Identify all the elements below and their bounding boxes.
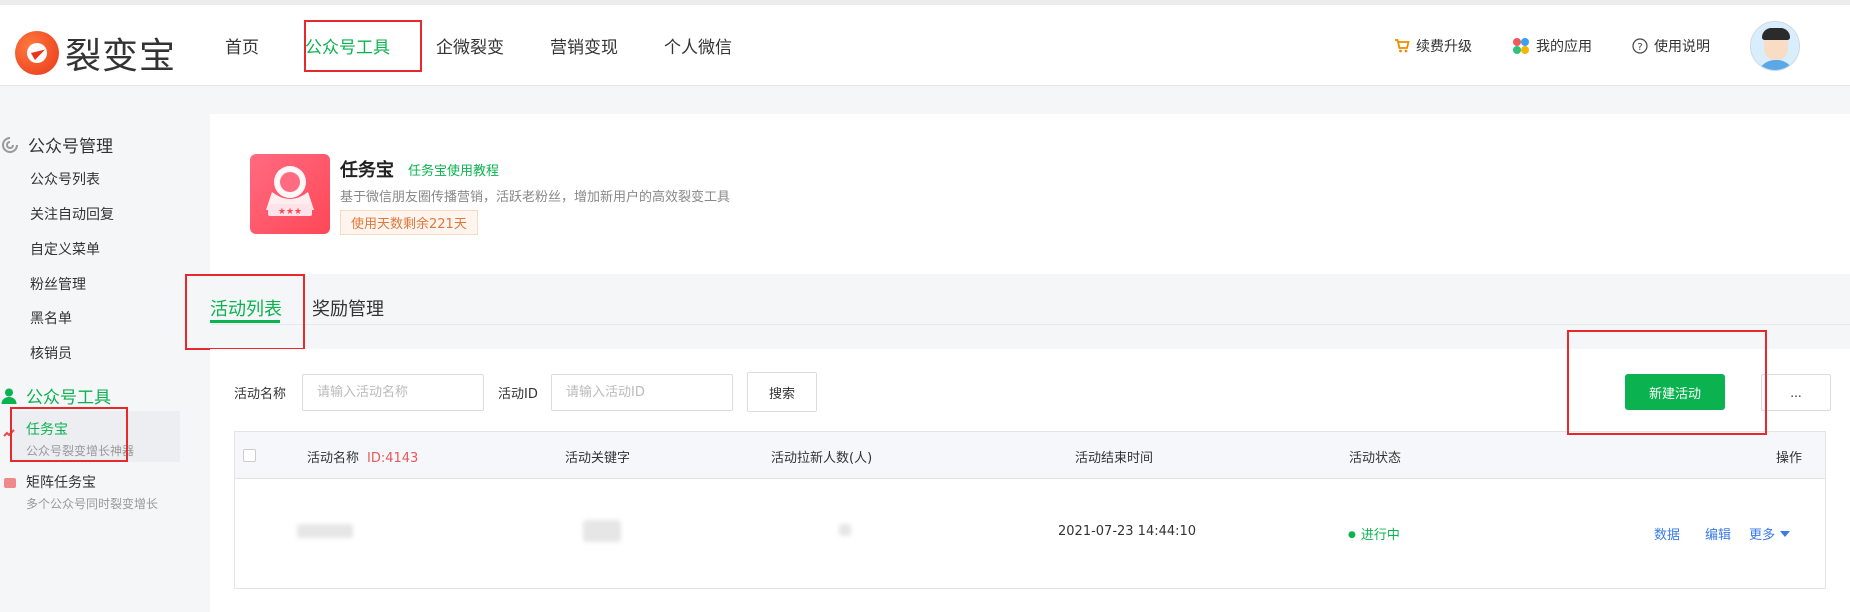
highlight-box-nav: [304, 20, 422, 72]
header-actions: 续费升级 我的应用 ? 使用说明: [1394, 5, 1800, 86]
sidebar-item-blacklist[interactable]: 黑名单: [30, 308, 72, 328]
col-activity-name: 活动名称 ID:4143: [307, 451, 419, 466]
col-end-time: 活动结束时间: [1075, 451, 1154, 466]
sidebar: 公众号管理 公众号列表 关注自动回复 自定义菜单 粉丝管理 黑名单 核销员 公众…: [0, 87, 180, 612]
apps-icon: [1513, 37, 1529, 54]
cart-icon: [1395, 38, 1410, 52]
more-dropdown[interactable]: 更多: [1749, 524, 1791, 543]
sidebar-group-tools[interactable]: 公众号工具: [0, 383, 111, 408]
brand-logo[interactable]: 裂变宝: [15, 27, 176, 79]
nav-item-personal-wechat[interactable]: 个人微信: [664, 33, 732, 58]
user-icon: [1, 388, 17, 404]
sidebar-item-auto-reply[interactable]: 关注自动回复: [30, 204, 114, 224]
nav-item-home[interactable]: 首页: [225, 33, 259, 58]
swirl-icon: [2, 136, 18, 153]
sidebar-group-label: 公众号工具: [26, 388, 111, 408]
app-title: 任务宝: [340, 160, 394, 181]
col-keyword: 活动关键字: [565, 451, 631, 466]
highlight-box-sidebar: [10, 407, 128, 462]
activity-id-tag: ID:4143: [367, 451, 419, 466]
logo-icon: [15, 31, 59, 75]
app-info-card: ★★★ 任务宝 任务宝使用教程 基于微信朋友圈传播营销，活跃老粉丝，增加新用户的…: [210, 114, 1850, 274]
my-apps-link[interactable]: 我的应用: [1512, 36, 1592, 56]
edit-link[interactable]: 编辑: [1705, 524, 1731, 543]
help-link[interactable]: ? 使用说明: [1632, 36, 1710, 56]
activity-id-input[interactable]: [551, 374, 733, 411]
app-description: 基于微信朋友圈传播营销，活跃老粉丝，增加新用户的高效裂变工具: [340, 190, 731, 205]
tool-title: 矩阵任务宝: [26, 475, 96, 491]
activity-table: 活动名称 ID:4143 活动关键字 活动拉新人数(人) 活动结束时间 活动状态 …: [234, 431, 1826, 589]
activity-name-input[interactable]: [302, 374, 484, 411]
nav-item-marketing[interactable]: 营销变现: [550, 33, 618, 58]
renew-upgrade-label: 续费升级: [1416, 38, 1472, 55]
help-label: 使用说明: [1654, 38, 1710, 55]
renew-upgrade-link[interactable]: 续费升级: [1394, 36, 1472, 56]
sidebar-tool-matrix-task[interactable]: 矩阵任务宝 多个公众号同时裂变增长: [10, 470, 180, 515]
col-status: 活动状态: [1349, 451, 1402, 466]
sidebar-item-verifiers[interactable]: 核销员: [30, 343, 72, 363]
activity-name-label: 活动名称: [234, 387, 287, 402]
activity-id-label: 活动ID: [498, 387, 538, 402]
redacted-keyword: [583, 520, 621, 542]
more-options-button[interactable]: ...: [1761, 374, 1831, 411]
sidebar-group-account-management[interactable]: 公众号管理: [0, 132, 113, 157]
tutorial-link[interactable]: 任务宝使用教程: [408, 160, 499, 179]
help-icon: ?: [1632, 37, 1648, 54]
sidebar-group-label: 公众号管理: [28, 137, 113, 157]
data-link[interactable]: 数据: [1654, 524, 1680, 543]
tab-reward-management[interactable]: 奖励管理: [312, 295, 384, 321]
tabs-bar: 活动列表 奖励管理: [210, 275, 1850, 325]
tool-subtitle: 多个公众号同时裂变增长: [26, 497, 159, 511]
highlight-box-tab: [185, 274, 305, 350]
col-actions: 操作: [1776, 451, 1803, 466]
svg-text:★★★: ★★★: [278, 207, 302, 217]
matrix-icon: [4, 478, 16, 488]
col-new-users: 活动拉新人数(人): [771, 451, 873, 466]
search-button[interactable]: 搜索: [747, 372, 817, 412]
end-time-cell: 2021-07-23 14:44:10: [1058, 524, 1197, 539]
days-left-badge: 使用天数剩余221天: [340, 210, 478, 235]
task-treasure-app-icon: ★★★: [250, 154, 330, 234]
highlight-box-new-activity: [1567, 330, 1767, 435]
status-badge: 进行中: [1348, 524, 1400, 543]
table-header: 活动名称 ID:4143 活动关键字 活动拉新人数(人) 活动结束时间 活动状态 …: [235, 432, 1825, 479]
svg-text:?: ?: [1637, 42, 1642, 53]
sidebar-item-account-list[interactable]: 公众号列表: [30, 169, 100, 189]
top-header: 裂变宝 首页 公众号工具 企微裂变 营销变现 个人微信 续费升级 我的应用 ? …: [0, 5, 1850, 86]
chevron-down-icon: [1780, 531, 1791, 537]
sidebar-item-fans[interactable]: 粉丝管理: [30, 274, 86, 294]
nav-item-wecom-fission[interactable]: 企微裂变: [436, 33, 504, 58]
sidebar-item-custom-menu[interactable]: 自定义菜单: [30, 239, 100, 259]
my-apps-label: 我的应用: [1536, 38, 1592, 55]
user-avatar[interactable]: [1750, 20, 1800, 71]
select-all-checkbox[interactable]: [243, 449, 256, 462]
redacted-new-users: [839, 524, 851, 536]
redacted-activity-name: [297, 524, 353, 538]
logo-text: 裂变宝: [65, 36, 177, 77]
